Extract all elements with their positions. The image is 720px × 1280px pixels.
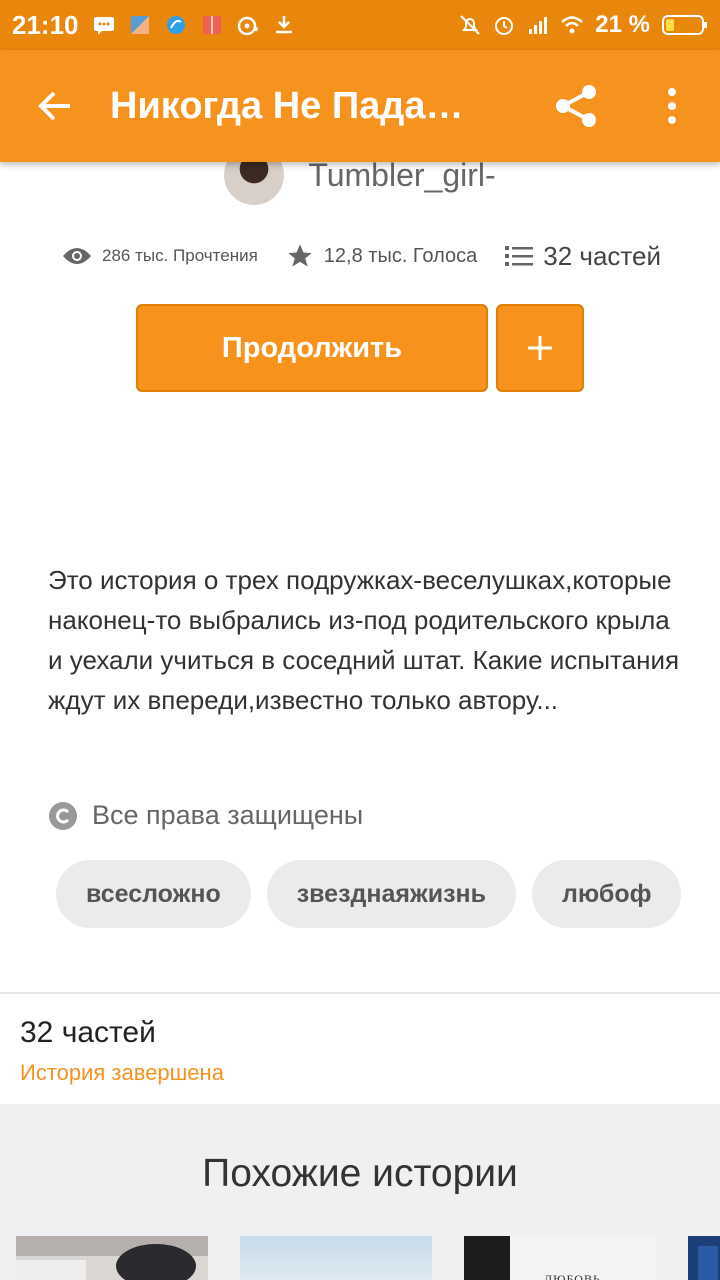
app-icon	[130, 16, 149, 34]
parts-count-stat[interactable]: 32 частей	[543, 241, 661, 272]
story-title: Никогда Не Пада…	[110, 84, 464, 127]
eye-icon	[63, 248, 91, 264]
screen: 21:10 21 % Никогда Не Пада… Tumbler_girl…	[0, 0, 720, 1280]
arrow-back-icon	[38, 91, 70, 121]
similar-stories-section: Похожие истории ЛЮБОВЬ	[0, 1104, 720, 1280]
add-to-library-button[interactable]	[496, 304, 584, 392]
reads-stat: 286 тыс. Прочтения	[62, 246, 258, 266]
message-icon	[93, 17, 114, 35]
download-icon	[275, 16, 292, 34]
list-icon	[505, 246, 534, 266]
plus-icon	[528, 336, 552, 360]
signal-icon	[529, 17, 548, 34]
wifi-icon	[561, 16, 584, 34]
music-icon	[237, 16, 258, 36]
share-icon	[556, 85, 596, 127]
tag-chip[interactable]: всесложно	[56, 860, 251, 928]
cover-title: ЛЮБОВЬ	[544, 1272, 601, 1280]
tag-chip[interactable]: любоф	[531, 860, 682, 928]
more-vert-icon	[668, 88, 676, 124]
similar-stories-list: ЛЮБОВЬ	[16, 1236, 720, 1280]
status-bar: 21:10 21 %	[0, 0, 720, 50]
continue-reading-button[interactable]: Продолжить	[136, 304, 488, 392]
votes-stat: 12,8 тыс. Голоса	[286, 242, 477, 270]
back-button[interactable]	[0, 50, 110, 162]
notification-icons	[93, 14, 295, 36]
story-stats: 286 тыс. Прочтения 12,8 тыс. Голоса 32 ч…	[62, 232, 682, 280]
copyright-icon	[49, 801, 77, 830]
author-name[interactable]: Tumbler_girl-	[308, 157, 495, 194]
app-bar: Никогда Не Пада…	[0, 50, 720, 162]
battery-icon	[662, 15, 707, 35]
story-cover[interactable]	[240, 1236, 432, 1280]
bell-off-icon	[460, 15, 481, 35]
story-cover[interactable]: ЛЮБОВЬ	[464, 1236, 656, 1280]
status-time: 21:10	[12, 9, 79, 40]
divider	[0, 992, 720, 994]
copyright-text: Все права защищены	[92, 800, 364, 830]
similar-stories-title: Похожие истории	[202, 1152, 518, 1195]
share-button[interactable]	[528, 50, 624, 162]
star-icon	[288, 244, 312, 267]
reads-count: 286 тыс. Прочтения	[102, 246, 258, 265]
alarm-icon	[495, 17, 514, 35]
gift-icon	[202, 16, 221, 34]
story-status: История завершена	[20, 1060, 224, 1085]
story-description: Это история о трех подружках-веселушках,…	[48, 565, 680, 715]
story-cover[interactable]	[688, 1236, 720, 1280]
tag-chip[interactable]: звезднаяжизнь	[266, 860, 516, 928]
tags-list: всесложно звезднаяжизнь любоф	[56, 860, 688, 928]
app-icon	[166, 16, 185, 34]
parts-stat[interactable]: 32 частей	[505, 241, 661, 272]
story-cover[interactable]	[16, 1236, 208, 1280]
battery-percent: 21 %	[595, 11, 650, 38]
copyright-row: Все права защищены	[48, 800, 363, 831]
overflow-menu-button[interactable]	[624, 50, 720, 162]
votes-count: 12,8 тыс. Голоса	[323, 244, 478, 267]
parts-count[interactable]: 32 частей	[20, 1016, 156, 1050]
status-right: 21 %	[459, 11, 708, 39]
